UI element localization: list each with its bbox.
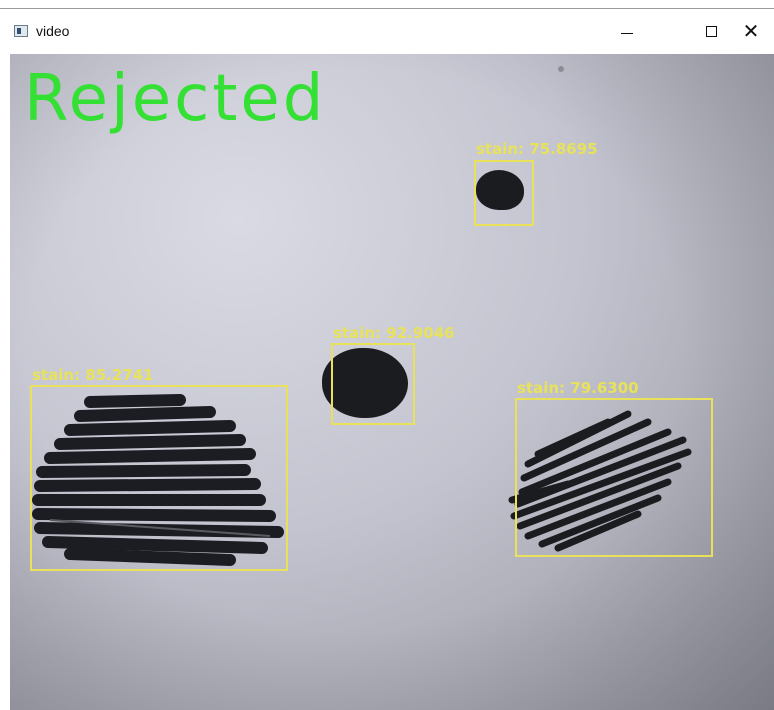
minimize-button[interactable]	[604, 15, 650, 47]
minimize-icon	[621, 32, 633, 34]
detection-label: stain: 85.2741	[32, 366, 154, 384]
video-window: video ✕ stain: 75.8695 stain: 92.9046 st…	[0, 8, 774, 710]
app-icon	[14, 25, 28, 37]
surface-speck	[558, 66, 564, 72]
detection-box	[515, 398, 713, 557]
close-icon: ✕	[742, 20, 760, 43]
detection-box	[30, 385, 288, 571]
detection-label: stain: 92.9046	[333, 324, 455, 342]
window-title: video	[36, 23, 70, 39]
title-bar[interactable]: video ✕	[0, 9, 774, 53]
detection-label: stain: 79.6300	[517, 379, 639, 397]
video-frame: stain: 75.8695 stain: 92.9046 stain: 85.…	[10, 54, 774, 710]
detection-label: stain: 75.8695	[476, 140, 598, 158]
maximize-icon	[705, 25, 717, 37]
detection-box	[474, 160, 534, 226]
inspection-status: Rejected	[24, 62, 327, 136]
close-button[interactable]: ✕	[728, 15, 774, 47]
detection-box	[331, 343, 415, 425]
